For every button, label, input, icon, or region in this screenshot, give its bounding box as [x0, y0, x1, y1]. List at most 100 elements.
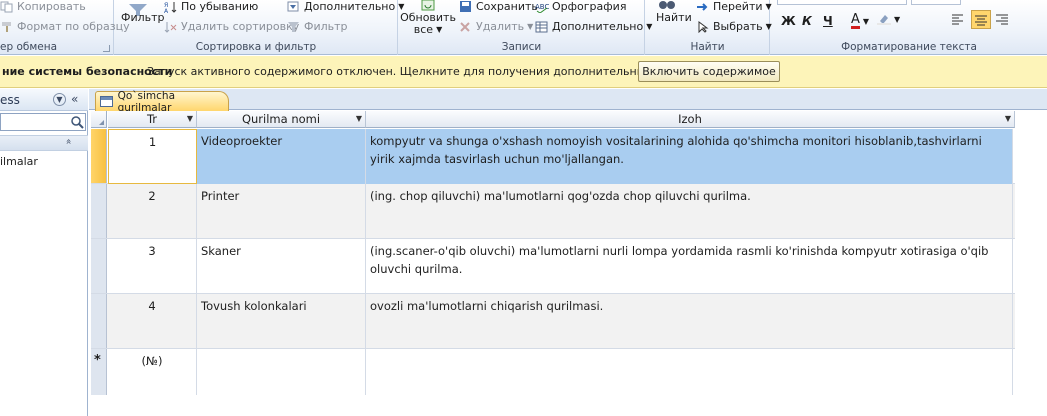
cell-qurilma-nomi[interactable]: Videoproekter [197, 129, 366, 184]
record-selector[interactable] [91, 294, 107, 348]
column-header-izoh[interactable]: Izoh ▼ [366, 111, 1015, 128]
sort-descending-button[interactable]: ЯА По убыванию [164, 0, 258, 15]
search-icon[interactable] [70, 115, 84, 129]
underline-button[interactable]: Ч [823, 14, 833, 28]
cell-qurilma-nomi[interactable]: Printer [197, 184, 366, 239]
column-header-qurilma-nomi[interactable]: Qurilma nomi ▼ [197, 111, 366, 128]
cell-qurilma-nomi[interactable]: Skaner [197, 239, 366, 294]
find-label: Найти [656, 11, 692, 24]
cell-qurilma-nomi-new[interactable] [197, 349, 366, 395]
italic-label: К [802, 14, 812, 28]
font-color-button[interactable]: A ▼ [851, 13, 869, 29]
highlight-icon [877, 13, 891, 25]
table-grid-icon [535, 21, 549, 33]
format-painter-label: Формат по образцу [17, 20, 130, 33]
align-left-button[interactable] [951, 13, 965, 25]
save-button[interactable]: Сохранить [459, 0, 538, 13]
cell-tr[interactable]: 3 [108, 239, 197, 294]
table-row[interactable]: 4 Tovush kolonkalari ovozli ma'lumotlarn… [91, 294, 1015, 349]
filter-button[interactable]: Фильтр [121, 11, 165, 24]
svg-text:ABC: ABC [535, 3, 549, 11]
chevron-down-icon[interactable]: ▼ [356, 111, 362, 127]
font-size-box[interactable] [911, 0, 961, 5]
remove-sort-button[interactable]: Удалить сортировку [164, 20, 299, 33]
spelling-icon: ABC [535, 1, 549, 14]
remove-sort-icon [164, 21, 178, 33]
tab-label: Qo`simcha qurilmalar [117, 89, 176, 114]
security-warning-message[interactable]: Запуск активного содержимого отключен. Щ… [147, 65, 714, 78]
highlight-button[interactable]: ▼ [877, 13, 900, 25]
copy-label: Копировать [17, 0, 86, 13]
select-label: Выбрать [713, 20, 763, 33]
toggle-filter-button[interactable]: Фильтр [287, 20, 348, 33]
cell-tr-new[interactable]: (№) [108, 349, 197, 395]
filter-label: Фильтр [121, 11, 165, 24]
cell-izoh[interactable]: (ing.scaner-o'qib oluvchi) ma'lumotlarni… [366, 239, 1013, 294]
table-row[interactable]: 2 Printer (ing. chop qiluvchi) ma'lumotl… [91, 184, 1015, 239]
format-painter-button[interactable]: Формат по образцу [0, 20, 130, 33]
cell-qurilma-nomi[interactable]: Tovush kolonkalari [197, 294, 366, 349]
select-button[interactable]: Выбрать ▼ [696, 20, 772, 33]
nav-pane-header: ess ▼ « [0, 89, 88, 111]
cell-tr[interactable]: 1 [108, 129, 197, 184]
records-more-button[interactable]: Дополнительно ▼ [535, 20, 652, 33]
cell-izoh[interactable]: ovozli ma'lumotlarni chiqarish qurilmasi… [366, 294, 1013, 349]
cell-izoh[interactable]: kompyutr va shunga o'xshash nomoyish vos… [366, 129, 1013, 184]
refresh-all-button-line2[interactable]: все ▼ [403, 23, 453, 36]
select-all-button[interactable] [91, 111, 107, 128]
nav-pane-menu-button[interactable]: ▼ [53, 93, 66, 106]
new-record-row[interactable]: * (№) [91, 349, 1015, 395]
goto-button[interactable]: Перейти ▼ [696, 0, 772, 13]
find-group-label: Найти [690, 41, 725, 53]
record-selector[interactable] [91, 184, 107, 238]
chevron-up-icon[interactable]: » [64, 138, 75, 144]
table-row[interactable]: 3 Skaner (ing.scaner-o'qib oluvchi) ma'l… [91, 239, 1015, 294]
nav-group-tables[interactable]: » [0, 135, 88, 151]
security-warning-bar: ние системы безопасности Запуск активног… [0, 56, 1047, 88]
font-name-box[interactable] [777, 0, 907, 5]
records-group-label: Записи [501, 41, 542, 53]
chevron-down-icon[interactable]: ▼ [187, 111, 193, 127]
chevron-down-icon: ▼ [527, 22, 534, 31]
svg-text:А: А [164, 8, 169, 13]
bold-button[interactable]: Ж [781, 14, 796, 28]
record-selector[interactable]: * [91, 349, 107, 395]
align-center-button[interactable] [971, 10, 991, 29]
cell-izoh-new[interactable] [366, 349, 1013, 395]
italic-button[interactable]: К [802, 14, 812, 28]
copy-button[interactable]: Копировать [0, 0, 86, 13]
align-right-button[interactable] [995, 13, 1009, 25]
cell-izoh[interactable]: (ing. chop qiluvchi) ma'lumotlarni qog'o… [366, 184, 1013, 239]
nav-item-table[interactable]: ilmalar [0, 155, 38, 168]
delete-button[interactable]: Удалить ▼ [459, 20, 533, 33]
cell-tr[interactable]: 2 [108, 184, 197, 239]
bold-label: Ж [781, 14, 796, 28]
column-header-label: Izoh [678, 112, 702, 126]
column-header-label: Qurilma nomi [241, 112, 321, 126]
tab-qoshimcha-qurilmalar[interactable]: Qo`simcha qurilmalar [95, 89, 229, 114]
underline-label: Ч [823, 14, 833, 28]
enable-content-button[interactable]: Включить содержимое [638, 61, 780, 82]
copy-icon [0, 1, 14, 13]
advanced-filter-button[interactable]: Дополнительно ▼ [287, 0, 404, 13]
spelling-label: Орфография [552, 0, 627, 13]
column-header-tr[interactable]: Tr ▼ [108, 111, 197, 128]
spelling-button[interactable]: ABC Орфография [535, 0, 627, 14]
record-selector[interactable] [91, 239, 107, 293]
binoculars-icon [658, 0, 678, 10]
cell-tr[interactable]: 4 [108, 294, 197, 349]
nav-search-input[interactable] [0, 113, 86, 131]
chevron-down-icon[interactable]: ▼ [1005, 111, 1011, 127]
table-icon [100, 96, 113, 107]
align-center-icon [974, 14, 988, 26]
document-tab-strip: Qo`simcha qurilmalar [89, 89, 1047, 114]
navigation-pane: ess ▼ « » ilmalar [0, 89, 88, 416]
find-button[interactable]: Найти [656, 11, 692, 24]
text-format-group: Ж К Ч A ▼ ▼ Форматирование текста [771, 0, 1047, 55]
record-selector[interactable] [91, 129, 107, 183]
save-icon [459, 0, 473, 13]
nav-pane-collapse-button[interactable]: « [71, 92, 78, 106]
clipboard-launcher-icon[interactable] [103, 45, 110, 52]
funnel-icon [287, 21, 301, 33]
table-row[interactable]: 1 Videoproekter kompyutr va shunga o'xsh… [91, 129, 1015, 184]
